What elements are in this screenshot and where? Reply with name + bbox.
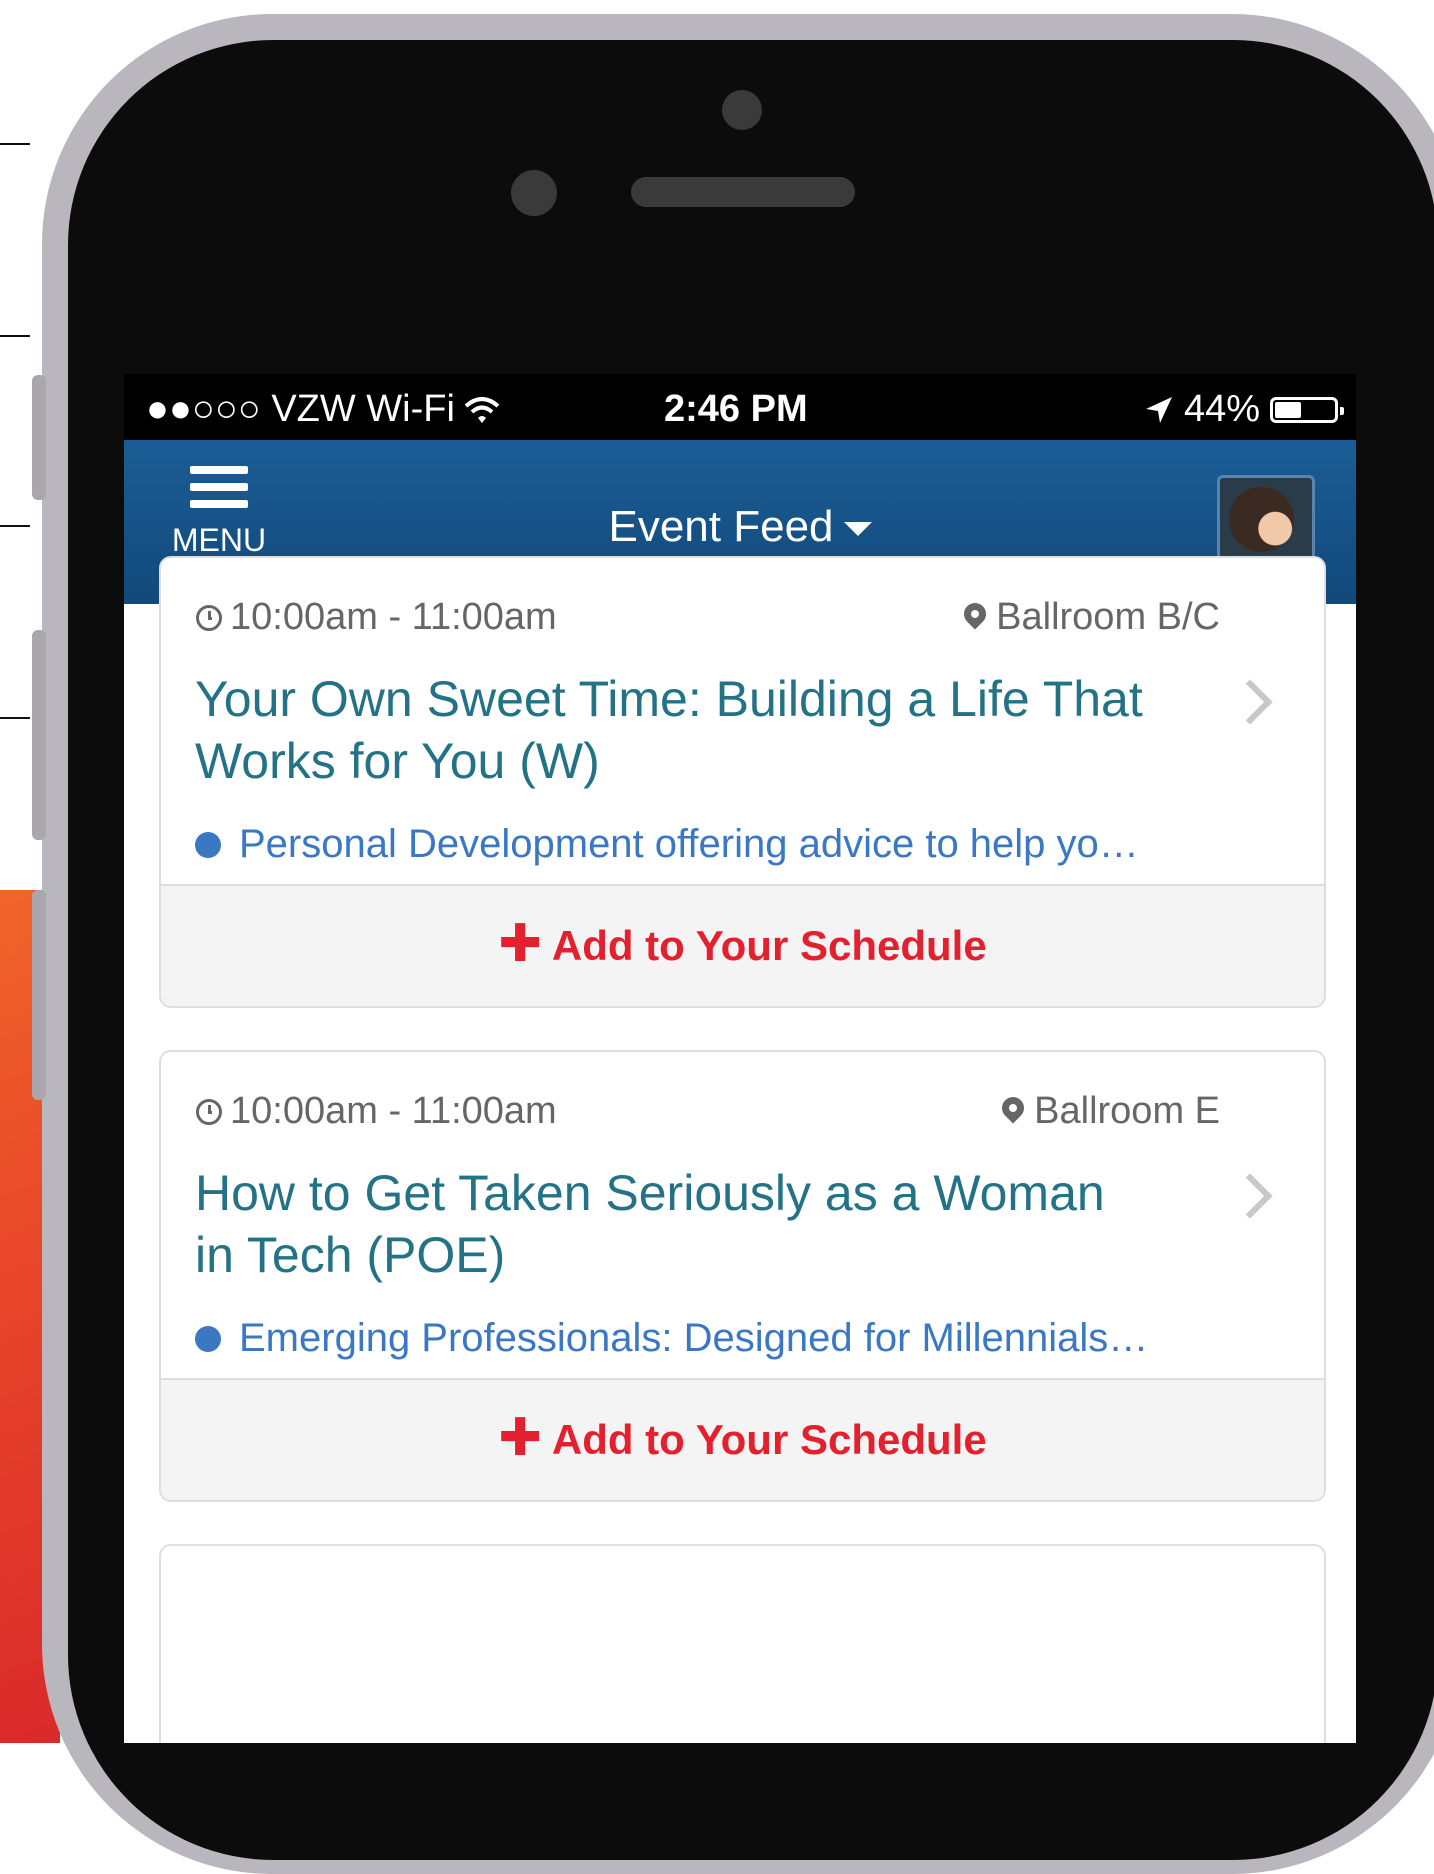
- event-category: Personal Development offering advice to …: [195, 822, 1235, 867]
- nav-title-label: Event Feed: [608, 502, 834, 551]
- event-location-label: Ballroom E: [1034, 1090, 1220, 1132]
- event-time-label: 10:00am - 11:00am: [230, 1090, 557, 1132]
- add-to-schedule-label: Add to Your Schedule: [551, 1416, 987, 1463]
- plus-icon: ✚: [498, 915, 542, 973]
- phone-screen: ●●○○○ VZW Wi-Fi 2:46 PM 44% MENU Event F…: [124, 374, 1356, 1743]
- event-location-label: Ballroom B/C: [996, 596, 1220, 638]
- event-feed-list: 10:00am - 11:00am Ballroom B/C Your Own …: [124, 556, 1356, 1743]
- caret-down-icon: [843, 522, 872, 537]
- phone-side-button: [32, 890, 46, 1100]
- status-bar: ●●○○○ VZW Wi-Fi 2:46 PM 44%: [124, 374, 1356, 440]
- battery-percent: 44%: [1183, 388, 1260, 430]
- event-title[interactable]: How to Get Taken Seriously as a Woman in…: [195, 1162, 1155, 1286]
- status-left: ●●○○○ VZW Wi-Fi: [146, 388, 501, 431]
- decorative-line: [0, 525, 30, 527]
- category-dot-icon: [195, 831, 221, 858]
- clock-icon: [196, 1098, 222, 1125]
- front-camera: [511, 170, 557, 216]
- plus-icon: ✚: [498, 1409, 542, 1467]
- event-title[interactable]: Your Own Sweet Time: Building a Life Tha…: [195, 668, 1155, 792]
- battery-fill: [1275, 401, 1301, 418]
- map-pin-icon: [959, 597, 991, 630]
- event-location: Ballroom B/C: [959, 596, 1220, 639]
- add-to-schedule-button[interactable]: ✚ Add to Your Schedule: [161, 1378, 1324, 1500]
- battery-nub: [1340, 406, 1344, 415]
- add-to-schedule-button[interactable]: ✚ Add to Your Schedule: [161, 884, 1324, 1006]
- event-category-label: Emerging Professionals: Designed for Mil…: [239, 1316, 1149, 1360]
- carrier-label: ●●○○○ VZW Wi-Fi: [146, 388, 455, 430]
- category-dot-icon: [195, 1325, 221, 1352]
- wifi-icon: [464, 396, 500, 423]
- location-arrow-icon: [1145, 396, 1172, 423]
- chevron-right-icon[interactable]: [1227, 1173, 1273, 1219]
- status-time: 2:46 PM: [664, 388, 808, 430]
- earpiece-speaker: [631, 177, 855, 207]
- event-card: [159, 1544, 1326, 1743]
- event-location: Ballroom E: [997, 1090, 1220, 1133]
- phone-side-button: [32, 630, 46, 840]
- camera-sensor: [722, 90, 762, 130]
- decorative-line: [0, 335, 30, 337]
- chevron-right-icon[interactable]: [1227, 679, 1273, 725]
- add-to-schedule-label: Add to Your Schedule: [551, 922, 987, 969]
- map-pin-icon: [997, 1091, 1029, 1124]
- event-feed-dropdown[interactable]: Event Feed: [124, 502, 1356, 552]
- decorative-line: [0, 717, 30, 719]
- event-time: 10:00am - 11:00am: [196, 1090, 557, 1133]
- event-time-label: 10:00am - 11:00am: [230, 596, 557, 638]
- phone-side-button: [32, 375, 46, 500]
- event-card: 10:00am - 11:00am Ballroom E How to Get …: [159, 1050, 1326, 1502]
- event-category: Emerging Professionals: Designed for Mil…: [195, 1316, 1235, 1361]
- battery-icon: [1270, 396, 1344, 423]
- clock-icon: [196, 604, 222, 631]
- decorative-line: [0, 143, 30, 145]
- status-right: 44%: [1144, 388, 1344, 431]
- event-category-label: Personal Development offering advice to …: [239, 822, 1139, 866]
- event-time: 10:00am - 11:00am: [196, 596, 557, 639]
- event-card: 10:00am - 11:00am Ballroom B/C Your Own …: [159, 556, 1326, 1008]
